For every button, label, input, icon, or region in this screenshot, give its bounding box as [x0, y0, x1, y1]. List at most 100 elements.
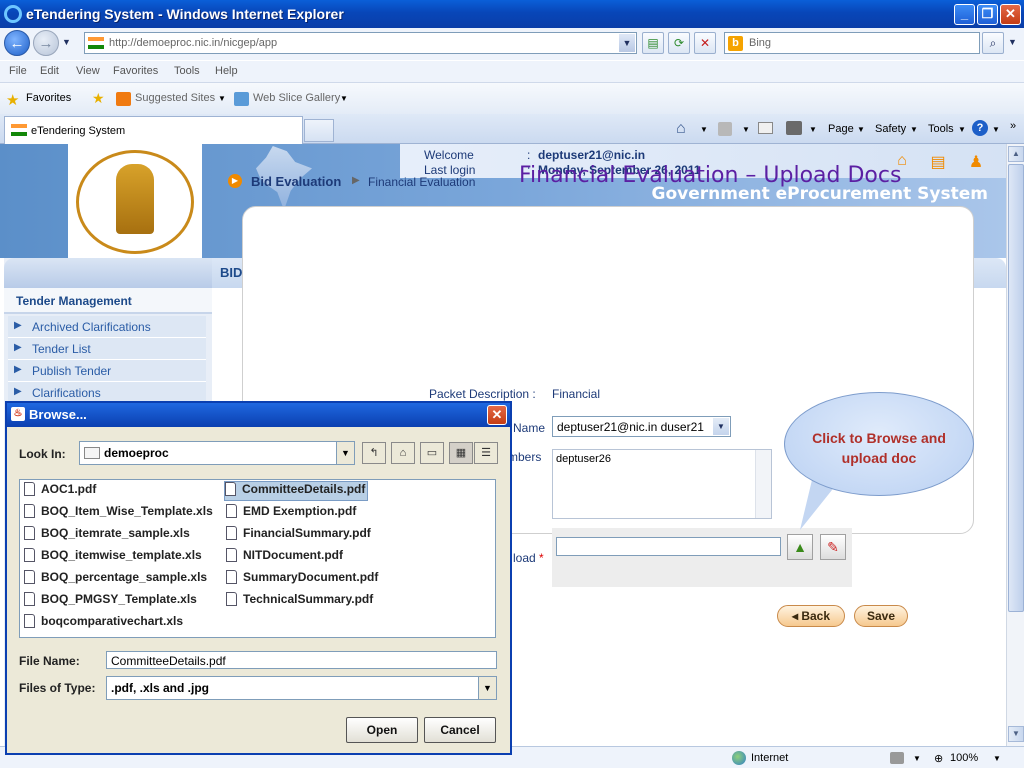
zoom-icon[interactable]: ⊕: [934, 752, 943, 765]
details-view-icon[interactable]: ☰: [474, 442, 498, 464]
suggested-sites-link[interactable]: Suggested Sites: [135, 92, 215, 104]
mail-icon[interactable]: [758, 122, 773, 134]
home-folder-icon[interactable]: ⌂: [391, 442, 415, 464]
protected-mode-icon[interactable]: [890, 752, 904, 764]
list-item[interactable]: SummaryDocument.pdf: [226, 570, 378, 590]
close-button[interactable]: ✕: [1000, 4, 1021, 25]
favorites-button[interactable]: Favorites: [26, 92, 71, 104]
tools-menu[interactable]: Tools: [928, 123, 954, 135]
list-item[interactable]: AOC1.pdf: [24, 482, 96, 502]
list-item[interactable]: BOQ_Item_Wise_Template.xls: [24, 504, 213, 524]
list-item[interactable]: boqcomparativechart.xls: [24, 614, 183, 634]
chevron-down-icon[interactable]: ▼: [336, 442, 354, 464]
file-name: SummaryDocument.pdf: [243, 570, 379, 584]
list-item[interactable]: BOQ_itemwise_template.xls: [24, 548, 202, 568]
breadcrumb-bid-evaluation[interactable]: Bid Evaluation: [251, 174, 341, 189]
members-textarea[interactable]: deptuser26: [552, 449, 772, 519]
print-icon[interactable]: [786, 121, 802, 135]
chevron-down-icon[interactable]: ▼: [478, 677, 496, 699]
address-bar[interactable]: http://demoeproc.nic.in/nicgep/app ▼: [84, 32, 637, 54]
help-icon[interactable]: ?: [972, 120, 988, 136]
restore-button[interactable]: ❐: [977, 4, 998, 25]
home-dropdown-icon[interactable]: ▼: [700, 125, 708, 134]
file-name: boqcomparativechart.xls: [41, 614, 184, 628]
history-dropdown-icon[interactable]: ▼: [62, 37, 71, 47]
sidebar-item-tender-list[interactable]: ▶ Tender List: [8, 338, 206, 360]
name-select[interactable]: deptuser21@nic.in duser21 ▼: [552, 416, 731, 437]
sidebar-item-archived-clarifications[interactable]: ▶ Archived Clarifications: [8, 316, 206, 338]
web-slice-gallery-link[interactable]: Web Slice Gallery: [253, 92, 340, 104]
chevron-down-icon[interactable]: ▼: [713, 418, 729, 435]
list-view-icon[interactable]: ▦: [449, 442, 473, 464]
textarea-scrollbar[interactable]: [755, 450, 771, 518]
open-button[interactable]: Open: [346, 717, 418, 743]
list-item[interactable]: BOQ_PMGSY_Template.xls: [24, 592, 197, 612]
refresh-icon[interactable]: ⟳: [668, 32, 690, 54]
list-item[interactable]: NITDocument.pdf: [226, 548, 343, 568]
web-slice-dropdown-icon[interactable]: ▼: [340, 94, 348, 103]
menu-file[interactable]: File: [9, 65, 27, 77]
scroll-down-icon[interactable]: ▼: [1008, 726, 1024, 742]
list-item[interactable]: BOQ_percentage_sample.xls: [24, 570, 207, 590]
list-item[interactable]: EMD Exemption.pdf: [226, 504, 356, 524]
search-icon[interactable]: ⌕: [982, 32, 1004, 54]
browse-folder-icon[interactable]: ▲: [787, 534, 813, 560]
minimize-button[interactable]: _: [954, 4, 975, 25]
look-in-select[interactable]: demoeproc ▼: [79, 441, 355, 465]
feeds-icon[interactable]: [718, 122, 732, 136]
list-item[interactable]: TechnicalSummary.pdf: [226, 592, 373, 612]
back-arrow-icon[interactable]: ←: [4, 30, 30, 56]
dialog-close-button[interactable]: ✕: [487, 405, 507, 425]
save-button[interactable]: Save: [854, 605, 908, 627]
zoom-level[interactable]: 100%: [950, 752, 978, 764]
file-name: BOQ_PMGSY_Template.xls: [41, 592, 197, 606]
sign-document-icon[interactable]: ✎: [820, 534, 846, 560]
address-dropdown-icon[interactable]: ▼: [619, 34, 635, 52]
safety-dropdown-icon[interactable]: ▼: [910, 125, 918, 134]
file-icon: [226, 526, 237, 540]
profile-card-icon[interactable]: ▤: [929, 152, 947, 171]
page-menu[interactable]: Page: [828, 123, 854, 135]
list-item-selected[interactable]: CommitteeDetails.pdf: [224, 481, 369, 501]
menu-view[interactable]: View: [76, 65, 100, 77]
cancel-button[interactable]: Cancel: [424, 717, 496, 743]
zoom-dropdown-icon[interactable]: ▼: [993, 754, 1001, 763]
suggested-dropdown-icon[interactable]: ▼: [218, 94, 226, 103]
sidebar-item-publish-tender[interactable]: ▶ Publish Tender: [8, 360, 206, 382]
forward-arrow-icon[interactable]: →: [33, 30, 59, 56]
menu-tools[interactable]: Tools: [174, 65, 200, 77]
print-dropdown-icon[interactable]: ▼: [809, 125, 817, 134]
search-options-icon[interactable]: ▼: [1008, 37, 1017, 47]
up-folder-icon[interactable]: ↰: [362, 442, 386, 464]
tab-etendering[interactable]: eTendering System: [4, 116, 303, 144]
search-input[interactable]: b Bing: [724, 32, 980, 54]
user-icon[interactable]: ♟: [967, 152, 985, 171]
safety-menu[interactable]: Safety: [875, 123, 906, 135]
upload-file-input[interactable]: [556, 537, 781, 556]
page-dropdown-icon[interactable]: ▼: [857, 125, 865, 134]
add-favorite-icon[interactable]: ★: [92, 90, 105, 107]
home-icon[interactable]: ⌂: [676, 120, 686, 138]
toolbar-overflow-icon[interactable]: »: [1010, 120, 1016, 132]
feeds-dropdown-icon[interactable]: ▼: [742, 125, 750, 134]
menu-favorites[interactable]: Favorites: [113, 65, 158, 77]
bullet-icon: ▶: [14, 364, 22, 375]
file-name-input[interactable]: CommitteeDetails.pdf: [106, 651, 497, 669]
list-item[interactable]: BOQ_itemrate_sample.xls: [24, 526, 190, 546]
scroll-thumb[interactable]: [1008, 164, 1024, 612]
new-folder-icon[interactable]: ▭: [420, 442, 444, 464]
file-icon: [24, 482, 35, 496]
compatibility-view-icon[interactable]: ▤: [642, 32, 664, 54]
menu-help[interactable]: Help: [215, 65, 238, 77]
menu-edit[interactable]: Edit: [40, 65, 59, 77]
back-button[interactable]: ◂ Back: [777, 605, 845, 627]
stop-icon[interactable]: ✕: [694, 32, 716, 54]
tools-dropdown-icon[interactable]: ▼: [958, 125, 966, 134]
page-scrollbar[interactable]: ▲ ▼: [1006, 144, 1024, 746]
new-tab-button[interactable]: [304, 119, 334, 142]
protected-mode-dropdown-icon[interactable]: ▼: [913, 754, 921, 763]
list-item[interactable]: FinancialSummary.pdf: [226, 526, 371, 546]
scroll-up-icon[interactable]: ▲: [1008, 146, 1024, 162]
help-dropdown-icon[interactable]: ▼: [992, 125, 1000, 134]
file-type-select[interactable]: .pdf, .xls and .jpg ▼: [106, 676, 497, 700]
